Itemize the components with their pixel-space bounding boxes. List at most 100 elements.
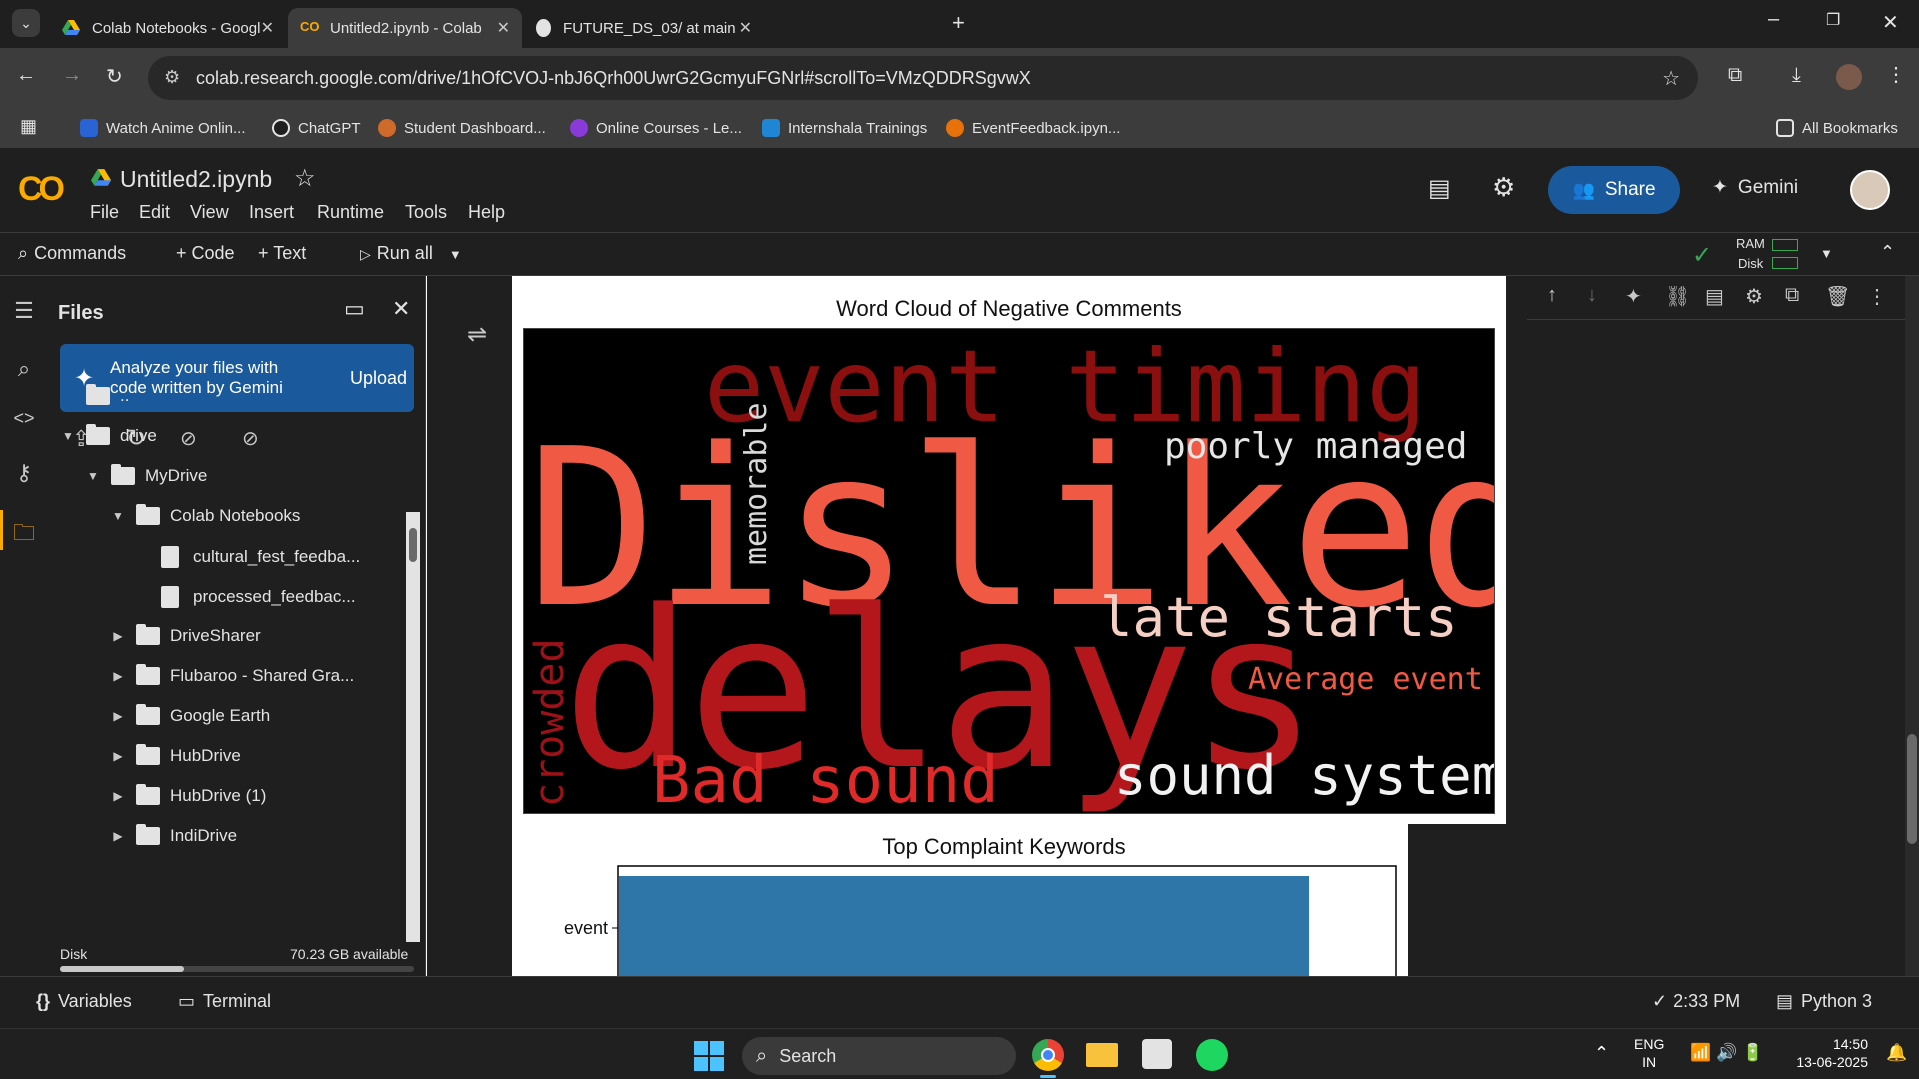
close-icon[interactable]: ✕: [739, 18, 752, 38]
tab-github[interactable]: FUTURE_DS_03/ at main · Vansh ✕: [524, 8, 764, 48]
collapsed-caret-icon[interactable]: ▶: [110, 829, 126, 843]
disk-meter[interactable]: [1772, 257, 1798, 269]
mirror-cell-icon[interactable]: ⧉: [1785, 284, 1799, 307]
add-text-button[interactable]: + Text: [258, 243, 306, 264]
restore-icon[interactable]: ❐: [1826, 10, 1840, 30]
folder-item[interactable]: ▶ Google Earth: [110, 704, 270, 726]
all-bookmarks[interactable]: All Bookmarks: [1776, 119, 1898, 137]
clock[interactable]: 14:50 13-06-2025: [1786, 1035, 1868, 1071]
settings-icon[interactable]: ⚙: [1492, 172, 1515, 203]
close-icon[interactable]: ✕: [392, 296, 410, 322]
runtime-status[interactable]: ▤ Python 3: [1776, 991, 1872, 1012]
ram-meter[interactable]: [1772, 239, 1798, 251]
menu-tools[interactable]: Tools: [405, 202, 447, 223]
address-bar[interactable]: ⚙ colab.research.google.com/drive/1hOfCV…: [148, 56, 1698, 100]
bookmark-item[interactable]: Online Courses - Le...: [570, 119, 742, 137]
collapsed-caret-icon[interactable]: ▶: [110, 709, 126, 723]
notebook-scrollbar[interactable]: [1905, 276, 1919, 976]
folder-item[interactable]: ▶ IndiDrive: [110, 824, 237, 846]
volume-icon[interactable]: 🔊: [1716, 1043, 1737, 1063]
file-item[interactable]: cultural_fest_feedba...: [135, 546, 360, 568]
open-in-window-icon[interactable]: ▭: [344, 296, 365, 322]
run-all-button[interactable]: ▷ Run all ▼: [360, 243, 462, 264]
extensions-icon[interactable]: ⧉: [1728, 64, 1742, 87]
taskbar-search[interactable]: ⌕ Search: [742, 1037, 1016, 1075]
chrome-menu-icon[interactable]: ⋮: [1886, 62, 1906, 87]
collapsed-caret-icon[interactable]: ▶: [110, 789, 126, 803]
gear-icon[interactable]: ⚙: [1745, 284, 1763, 309]
scrollbar-thumb[interactable]: [409, 528, 417, 562]
more-options-icon[interactable]: ⋮: [1867, 284, 1887, 309]
bookmark-item[interactable]: ChatGPT: [272, 119, 361, 137]
windows-start-icon[interactable]: [694, 1041, 724, 1071]
bookmark-item[interactable]: EventFeedback.ipyn...: [946, 119, 1120, 137]
sparkle-icon[interactable]: ✦: [1625, 284, 1642, 309]
find-icon[interactable]: ⌕: [10, 356, 38, 384]
site-info-icon[interactable]: ⚙: [164, 67, 180, 88]
expanded-caret-icon[interactable]: ▼: [60, 429, 76, 443]
collapse-header-icon[interactable]: ⌃: [1880, 242, 1895, 263]
apps-grid-icon[interactable]: ▦: [20, 116, 37, 137]
menu-insert[interactable]: Insert: [249, 202, 294, 223]
output-settings-icon[interactable]: ⇌: [467, 320, 487, 349]
gemini-button[interactable]: ✦ Gemini: [1712, 176, 1798, 199]
expanded-caret-icon[interactable]: ▼: [85, 469, 101, 483]
folder-item[interactable]: ▶ HubDrive (1): [110, 784, 266, 806]
comments-icon[interactable]: ▤: [1428, 174, 1451, 203]
collapsed-caret-icon[interactable]: ▶: [110, 629, 126, 643]
share-button[interactable]: 👥 Share: [1548, 166, 1680, 214]
move-up-icon[interactable]: ↑: [1547, 284, 1557, 307]
bookmark-item[interactable]: Watch Anime Onlin...: [80, 119, 246, 137]
variables-button[interactable]: {} Variables: [36, 991, 132, 1012]
mount-drive-icon[interactable]: ⊘: [180, 426, 197, 451]
spotify-icon[interactable]: [1196, 1039, 1228, 1071]
star-icon[interactable]: ☆: [294, 164, 316, 193]
menu-file[interactable]: File: [90, 202, 119, 223]
upload-button[interactable]: Upload: [350, 368, 407, 389]
collapsed-caret-icon[interactable]: ▶: [110, 669, 126, 683]
comment-icon[interactable]: ▤: [1705, 284, 1724, 309]
close-icon[interactable]: ✕: [261, 18, 274, 38]
account-avatar[interactable]: [1850, 170, 1890, 210]
store-icon[interactable]: [1142, 1039, 1172, 1069]
collapsed-caret-icon[interactable]: ▶: [110, 749, 126, 763]
commands-button[interactable]: ⌕ Commands: [18, 243, 126, 264]
folder-item[interactable]: ▼ drive: [60, 424, 157, 446]
secrets-key-icon[interactable]: ⚷: [10, 460, 38, 488]
close-icon[interactable]: ✕: [497, 18, 510, 38]
last-run-status[interactable]: ✓ 2:33 PM: [1652, 991, 1740, 1012]
add-code-button[interactable]: + Code: [176, 243, 235, 264]
language-indicator[interactable]: ENG IN: [1634, 1035, 1664, 1071]
menu-help[interactable]: Help: [468, 202, 505, 223]
battery-icon[interactable]: 🔋: [1742, 1043, 1763, 1063]
link-icon[interactable]: ⛓: [1665, 284, 1690, 309]
bookmark-star-icon[interactable]: ☆: [1662, 66, 1680, 91]
colab-logo[interactable]: CO: [18, 170, 65, 209]
tab-search-icon[interactable]: ⌄: [12, 9, 40, 37]
notebook-title[interactable]: Untitled2.ipynb: [120, 166, 272, 193]
chevron-down-icon[interactable]: ▼: [449, 247, 462, 262]
folder-item[interactable]: ▶ Flubaroo - Shared Gra...: [110, 664, 354, 686]
expanded-caret-icon[interactable]: ▼: [110, 509, 126, 523]
notification-icon[interactable]: 🔔: [1886, 1043, 1907, 1063]
reload-icon[interactable]: ↻: [106, 64, 123, 89]
runtime-dropdown-icon[interactable]: ▼: [1820, 246, 1833, 261]
scrollbar-track[interactable]: [406, 512, 420, 942]
delete-icon[interactable]: 🗑: [1825, 284, 1850, 309]
move-down-icon[interactable]: ↓: [1587, 284, 1597, 307]
chrome-icon[interactable]: [1032, 1039, 1064, 1071]
menu-runtime[interactable]: Runtime: [317, 202, 384, 223]
forward-icon[interactable]: →: [62, 64, 82, 87]
hide-files-icon[interactable]: ⊘: [242, 426, 259, 451]
scrollbar-thumb[interactable]: [1907, 734, 1917, 844]
chevron-up-icon[interactable]: ⌃: [1594, 1043, 1609, 1064]
menu-view[interactable]: View: [190, 202, 229, 223]
minimize-icon[interactable]: –: [1768, 8, 1779, 31]
folder-item[interactable]: ..: [60, 384, 129, 406]
file-explorer-icon[interactable]: [1086, 1043, 1118, 1067]
folder-item[interactable]: ▼ MyDrive: [85, 464, 207, 486]
download-icon[interactable]: ⤓: [1792, 64, 1801, 87]
wifi-icon[interactable]: 📶: [1690, 1043, 1711, 1063]
back-icon[interactable]: ←: [16, 64, 36, 87]
folder-icon[interactable]: 🗀: [10, 516, 38, 545]
